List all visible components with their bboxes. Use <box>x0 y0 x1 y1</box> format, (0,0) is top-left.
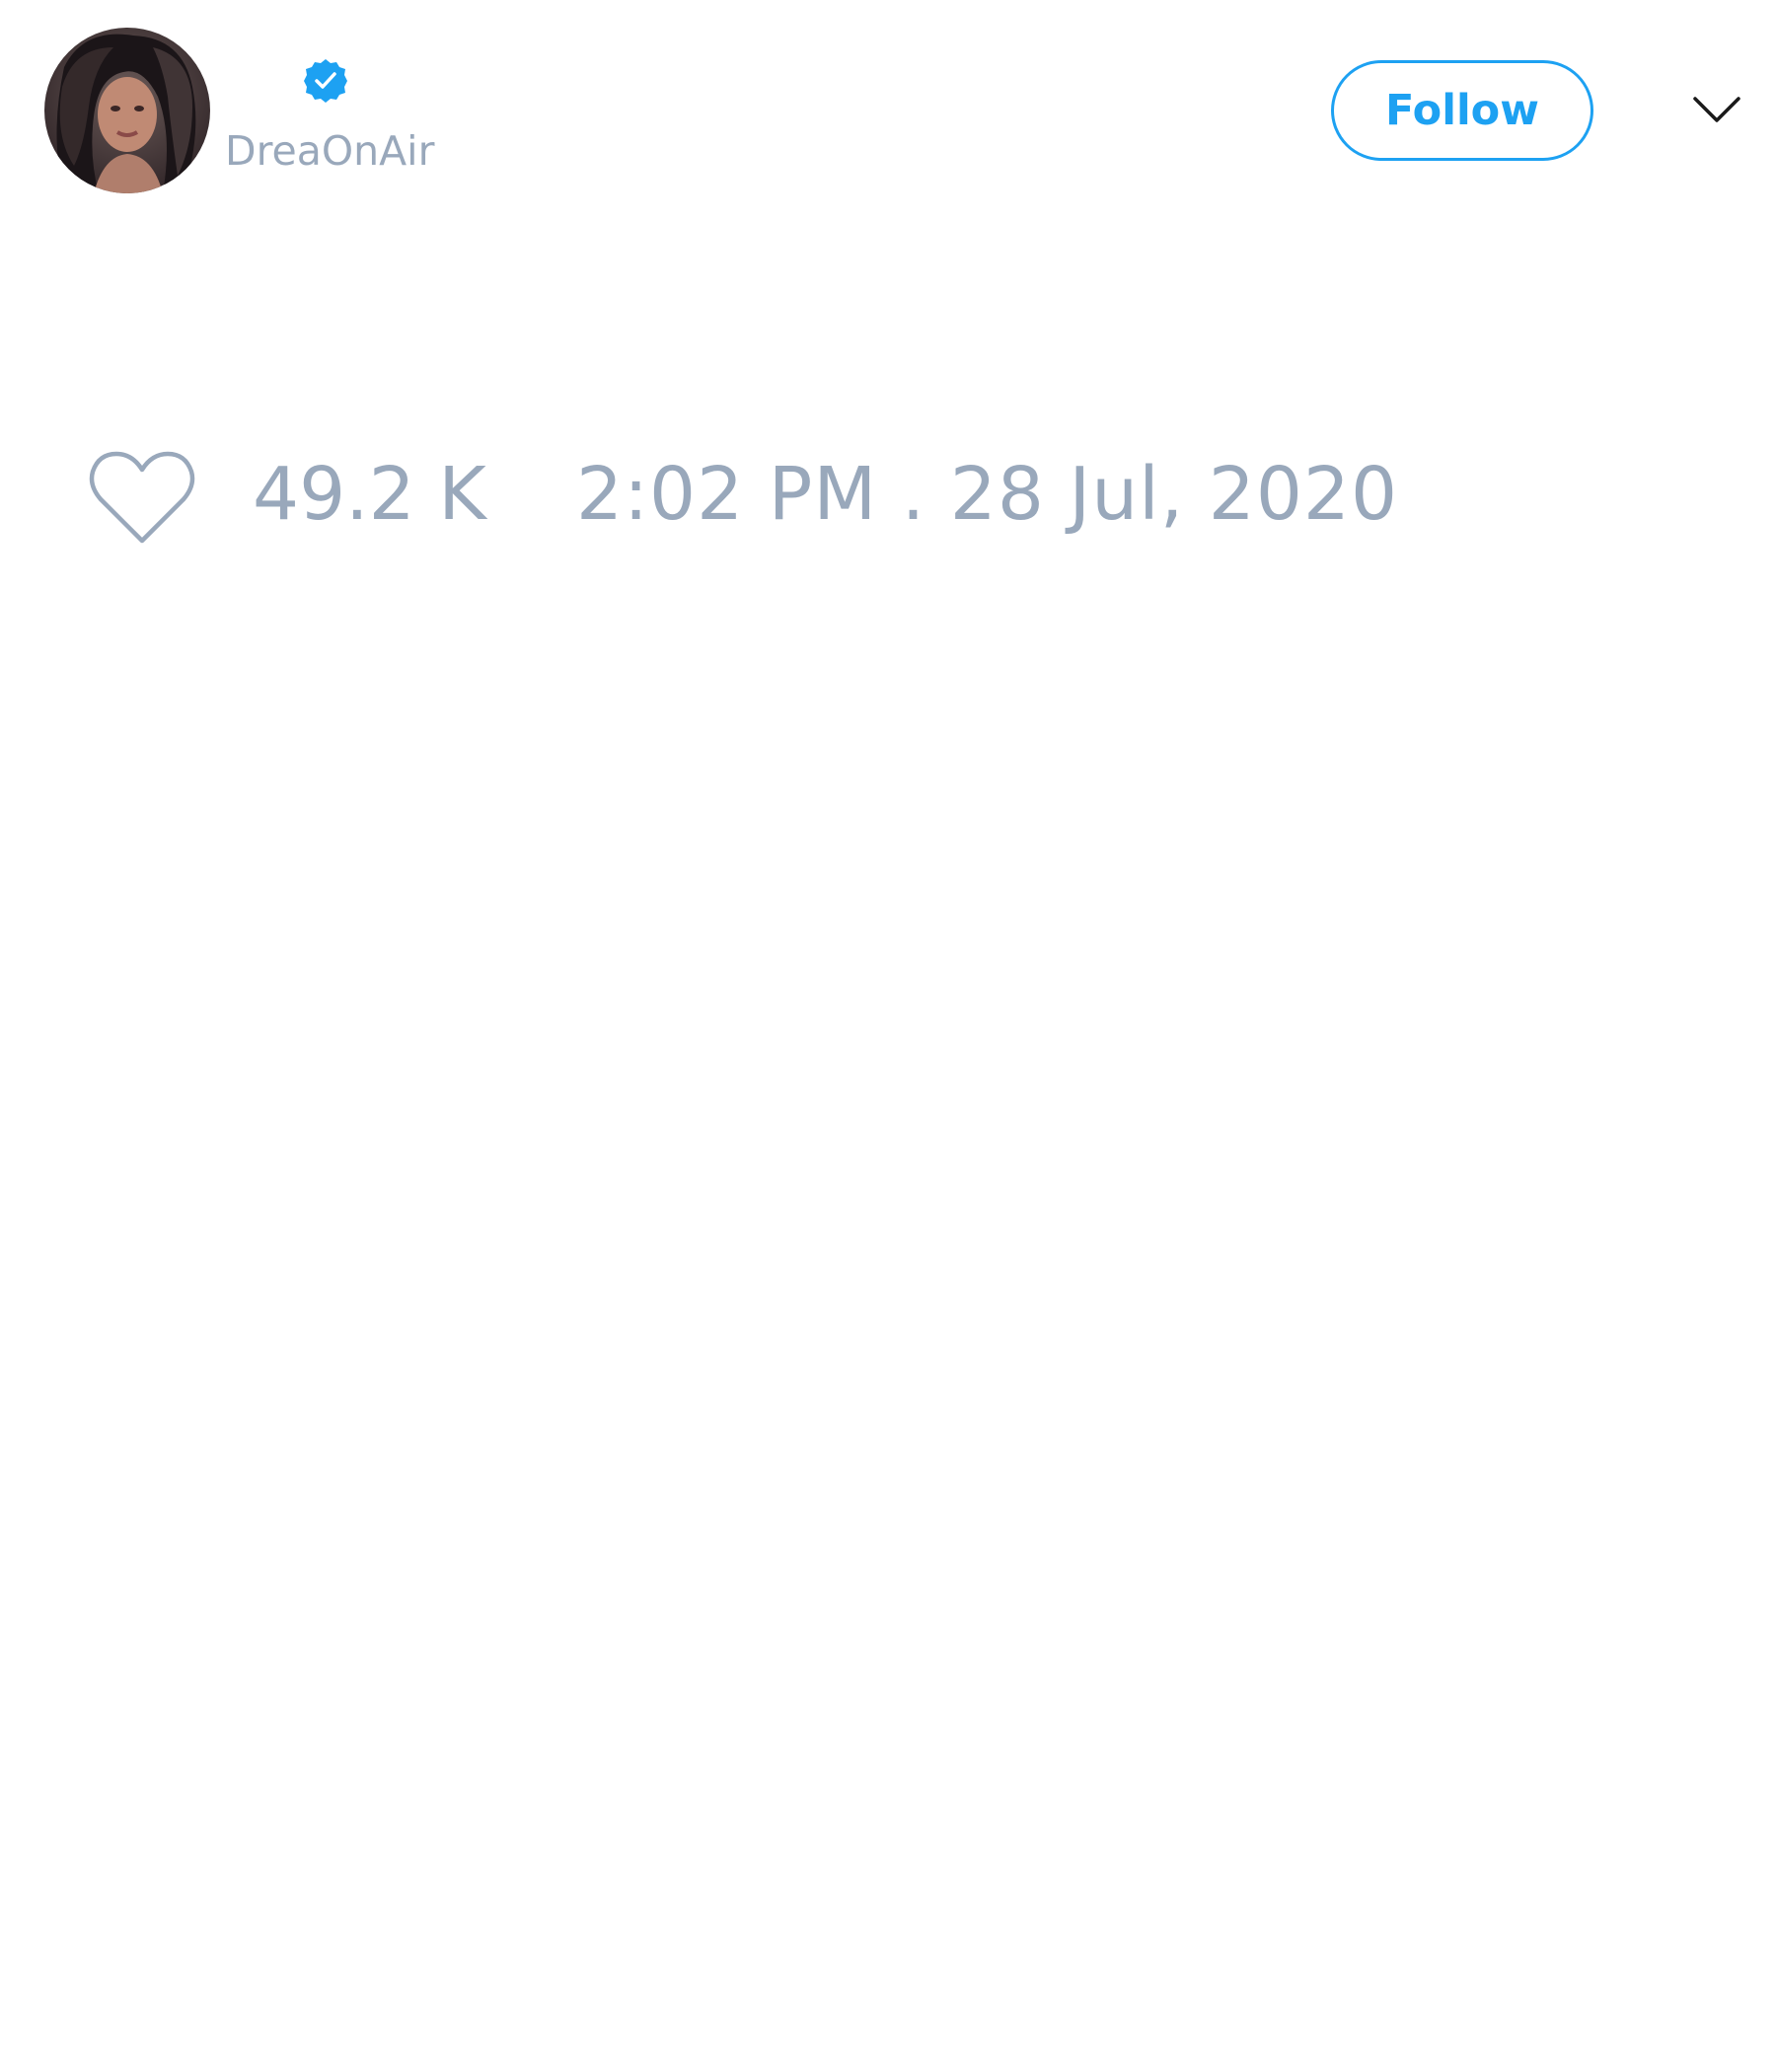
heart-outline-icon[interactable] <box>87 448 197 547</box>
tweet-actions: 49.2 K 2:02 PM . 28 Jul, 2020 <box>0 434 1776 553</box>
tweet-card: DreaOnAir Follow 49.2 K 2:02 PM . 28 Jul… <box>0 0 1776 2072</box>
tweet-timestamp[interactable]: 2:02 PM . 28 Jul, 2020 <box>576 450 1398 539</box>
verified-badge-icon <box>302 57 349 105</box>
like-count: 49.2 K <box>253 452 486 537</box>
avatar-image <box>44 28 210 193</box>
chevron-down-icon[interactable] <box>1689 87 1744 134</box>
follow-button[interactable]: Follow <box>1331 60 1593 161</box>
avatar[interactable] <box>44 28 210 193</box>
user-handle[interactable]: DreaOnAir <box>225 126 434 176</box>
